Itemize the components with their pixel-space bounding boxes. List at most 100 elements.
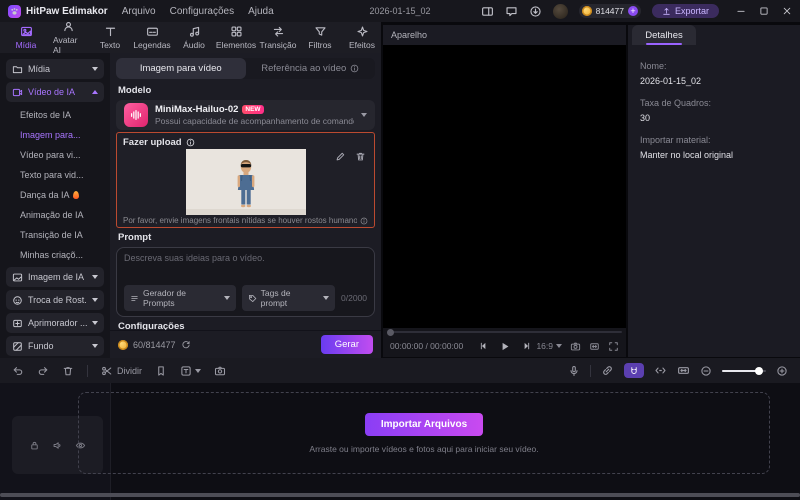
coin-icon (118, 339, 128, 350)
snapshot-icon[interactable] (570, 341, 581, 352)
video-viewport[interactable] (383, 45, 626, 328)
generation-cost: 60/814477 (133, 339, 176, 350)
prompt-tags-button[interactable]: Tags de prompt (241, 285, 335, 311)
sidebar-item-minhas-criacoes[interactable]: Minhas criaçõ... (20, 245, 104, 265)
zoom-out-button[interactable] (700, 365, 712, 377)
tab-midia[interactable]: Mídia (6, 23, 46, 52)
aspect-ratio-selector[interactable]: 16:9 (536, 341, 562, 351)
chevron-up-icon (92, 90, 98, 94)
sidebar-item-danca-da-ia[interactable]: Dança da IA (20, 185, 104, 205)
background-icon (13, 341, 22, 351)
marker-button[interactable] (155, 365, 167, 377)
tab-transicao[interactable]: Transição (258, 23, 298, 52)
update-download-icon[interactable] (529, 5, 542, 18)
sidebar-item-troca-de-rosto[interactable]: Troca de Rost... (6, 290, 104, 310)
sidebar-item-fundo[interactable]: Fundo (6, 336, 104, 356)
text-tool-button[interactable] (180, 365, 202, 377)
media-drop-zone[interactable]: Importar Arquivos Arraste ou importe víd… (78, 392, 770, 474)
menu-ajuda[interactable]: Ajuda (248, 6, 274, 17)
sidebar-item-imagem-de-ia[interactable]: Imagem de IA (6, 267, 104, 287)
preview-scrubber[interactable] (387, 331, 622, 333)
toolbar-divider (590, 364, 591, 377)
sidebar-item-imagem-para-video[interactable]: Imagem para... (20, 125, 104, 145)
zoom-slider-handle[interactable] (755, 366, 763, 375)
media-icon (20, 26, 32, 37)
refresh-icon[interactable] (181, 340, 191, 350)
upload-section[interactable]: Fazer upload Por favor, envie imagens fr… (116, 132, 375, 228)
sidebar-item-aprimorador[interactable]: Aprimorador ... (6, 313, 104, 333)
link-clips-button[interactable] (601, 364, 614, 377)
snapshot-button[interactable] (214, 365, 226, 377)
sidebar-item-animacao-de-ia[interactable]: Animação de IA (20, 205, 104, 225)
generate-button[interactable]: Gerar (320, 335, 373, 354)
timeline-horizontal-scrollbar[interactable] (0, 493, 800, 497)
effects-icon (356, 26, 368, 37)
minimize-button[interactable] (736, 6, 746, 16)
generation-panel: Imagem para vídeo Referência ao vídeo Mo… (110, 53, 381, 358)
mute-track-icon[interactable] (52, 440, 63, 451)
fit-screen-icon[interactable] (589, 341, 600, 352)
generation-footer: 60/814477 Gerar (110, 330, 381, 358)
previous-frame-button[interactable] (478, 341, 488, 351)
tab-detalhes[interactable]: Detalhes (632, 25, 696, 45)
sidebar-item-transicao-de-ia[interactable]: Transição de IA (20, 225, 104, 245)
fullscreen-icon[interactable] (608, 341, 619, 352)
chevron-down-icon (223, 296, 230, 300)
delete-button[interactable] (62, 365, 74, 377)
add-credits-button[interactable]: + (627, 6, 638, 16)
prompt-input[interactable] (124, 253, 367, 285)
prompt-generator-button[interactable]: Gerador de Prompts (124, 285, 236, 311)
character-counter: 0/2000 (341, 293, 367, 303)
tab-efeitos[interactable]: Efeitos (342, 23, 382, 52)
play-button[interactable] (499, 341, 510, 352)
undo-button[interactable] (12, 365, 24, 377)
credits-badge[interactable]: 814477 + (578, 4, 641, 18)
enhancer-icon (13, 319, 22, 327)
auto-ripple-button[interactable] (654, 364, 667, 377)
tab-legendas[interactable]: Legendas (132, 23, 172, 52)
tab-audio[interactable]: Áudio (174, 23, 214, 52)
chevron-down-icon (195, 368, 202, 373)
image-icon (12, 273, 23, 281)
tab-referencia-ao-video[interactable]: Referência ao vídeo (246, 58, 376, 79)
menu-configuracoes[interactable]: Configurações (170, 6, 234, 17)
tab-elementos[interactable]: Elementos (216, 23, 256, 52)
sidebar-item-video-para-video[interactable]: Vídeo para vi... (20, 145, 104, 165)
maximize-button[interactable] (759, 6, 769, 16)
delete-image-button[interactable] (355, 151, 366, 162)
tab-imagem-para-video[interactable]: Imagem para vídeo (116, 58, 246, 79)
chevron-down-icon (92, 344, 98, 348)
menu-arquivo[interactable]: Arquivo (122, 6, 156, 17)
tab-texto[interactable]: Texto (90, 23, 130, 52)
fit-timeline-button[interactable] (677, 364, 690, 377)
split-button[interactable]: Dividir (101, 365, 142, 377)
close-button[interactable] (782, 6, 792, 16)
export-button[interactable]: Exportar (651, 4, 719, 18)
import-files-button[interactable]: Importar Arquivos (364, 412, 484, 436)
sidebar-item-midia[interactable]: Mídia (6, 59, 104, 79)
record-voiceover-button[interactable] (568, 365, 580, 377)
uploaded-image-thumbnail[interactable] (185, 149, 306, 215)
sidebar-item-efeitos-de-ia[interactable]: Efeitos de IA (20, 105, 104, 125)
timeline-zoom-slider[interactable] (722, 366, 766, 375)
snap-magnet-toggle[interactable] (624, 363, 644, 378)
chevron-down-icon (556, 344, 562, 348)
next-frame-button[interactable] (521, 341, 531, 351)
model-name: MiniMax-Hailuo-02 (155, 104, 239, 115)
tab-avatar-ai[interactable]: Avatar AI (48, 18, 88, 57)
edit-image-button[interactable] (335, 151, 346, 162)
layout-panels-icon[interactable] (481, 5, 494, 18)
tab-active-indicator (646, 43, 682, 45)
upload-section-label: Fazer upload (123, 137, 195, 148)
zoom-in-button[interactable] (776, 365, 788, 377)
sidebar-item-video-de-ia[interactable]: Vídeo de IA (6, 82, 104, 102)
app-logo-icon (8, 4, 21, 18)
user-avatar[interactable] (552, 3, 568, 19)
elements-icon (230, 26, 242, 37)
redo-button[interactable] (37, 365, 49, 377)
model-selector[interactable]: MiniMax-Hailuo-02 NEW Possui capacidade … (116, 100, 375, 130)
lock-track-icon[interactable] (29, 440, 40, 451)
feedback-icon[interactable] (505, 5, 518, 18)
sidebar-item-texto-para-video[interactable]: Texto para vid... (20, 165, 104, 185)
tab-filtros[interactable]: Filtros (300, 23, 340, 52)
